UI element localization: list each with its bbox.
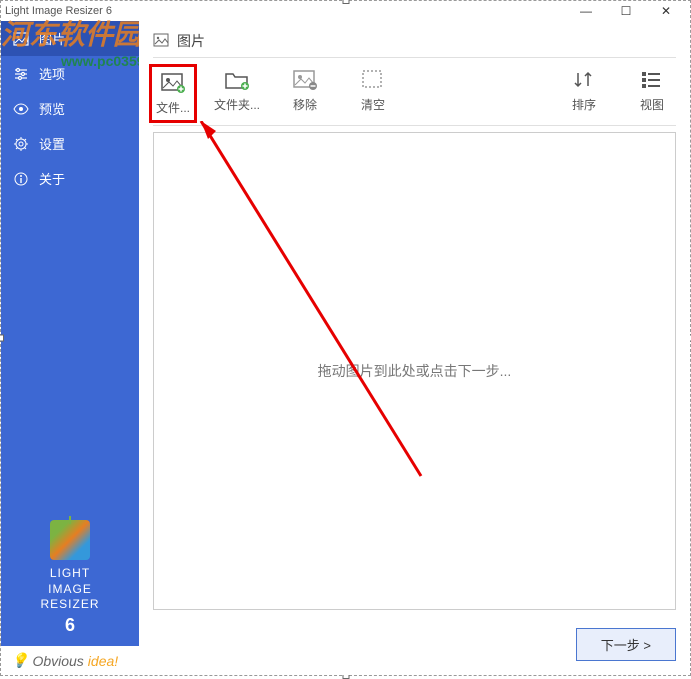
sliders-icon <box>13 66 29 82</box>
sidebar-item-about[interactable]: 关于 <box>1 161 139 196</box>
image-icon <box>153 32 169 51</box>
toolbar: 文件... 文件夹... 移除 清空 <box>139 58 690 125</box>
minimize-button[interactable]: — <box>566 4 606 18</box>
tool-label: 视图 <box>640 96 664 113</box>
drop-hint: 拖动图片到此处或点击下一步... <box>318 361 512 381</box>
image-remove-icon <box>291 68 319 92</box>
content: 图片 文件... 文件夹... 移除 <box>139 21 690 675</box>
folder-add-icon <box>223 68 251 92</box>
sidebar-item-preview[interactable]: 预览 <box>1 91 139 126</box>
sidebar-item-settings[interactable]: 设置 <box>1 126 139 161</box>
tool-label: 文件夹... <box>214 96 260 113</box>
file-add-icon <box>159 71 187 95</box>
drop-area[interactable]: 拖动图片到此处或点击下一步... <box>153 132 676 610</box>
tool-label: 排序 <box>572 96 596 113</box>
sidebar: 图片 选项 预览 设置 关于 <box>1 21 139 675</box>
sidebar-item-label: 关于 <box>39 169 65 188</box>
info-icon <box>13 171 29 187</box>
view-icon <box>638 68 666 92</box>
tool-label: 移除 <box>293 96 317 113</box>
eye-icon <box>13 101 29 117</box>
app-logo: LIGHT IMAGE RESIZER 6 <box>1 510 139 646</box>
obviousidea-brand[interactable]: 💡 Obviousidea! <box>1 646 139 675</box>
sort-button[interactable]: 排序 <box>560 68 608 113</box>
maximize-button[interactable]: ☐ <box>606 4 646 18</box>
sidebar-item-options[interactable]: 选项 <box>1 56 139 91</box>
image-icon <box>13 31 29 47</box>
app-title: Light Image Resizer 6 <box>5 5 112 17</box>
bulb-icon: 💡 <box>11 652 28 669</box>
sidebar-item-label: 选项 <box>39 64 65 83</box>
remove-button[interactable]: 移除 <box>281 68 329 113</box>
titlebar: Light Image Resizer 6 — ☐ ✕ <box>1 1 690 21</box>
clear-icon <box>359 68 387 92</box>
sidebar-item-label: 图片 <box>39 29 65 48</box>
sidebar-item-label: 设置 <box>39 134 65 153</box>
clear-button[interactable]: 清空 <box>349 68 397 113</box>
view-button[interactable]: 视图 <box>628 68 676 113</box>
tool-label: 清空 <box>361 96 385 113</box>
logo-icon <box>50 520 90 560</box>
close-button[interactable]: ✕ <box>646 4 686 18</box>
page-title: 图片 <box>139 21 690 57</box>
gear-icon <box>13 136 29 152</box>
add-file-button[interactable]: 文件... <box>149 64 197 123</box>
add-folder-button[interactable]: 文件夹... <box>213 68 261 113</box>
tool-label: 文件... <box>156 99 190 116</box>
sidebar-item-label: 预览 <box>39 99 65 118</box>
next-button[interactable]: 下一步 > <box>576 628 676 661</box>
sidebar-item-images[interactable]: 图片 <box>1 21 139 56</box>
sort-icon <box>570 68 598 92</box>
